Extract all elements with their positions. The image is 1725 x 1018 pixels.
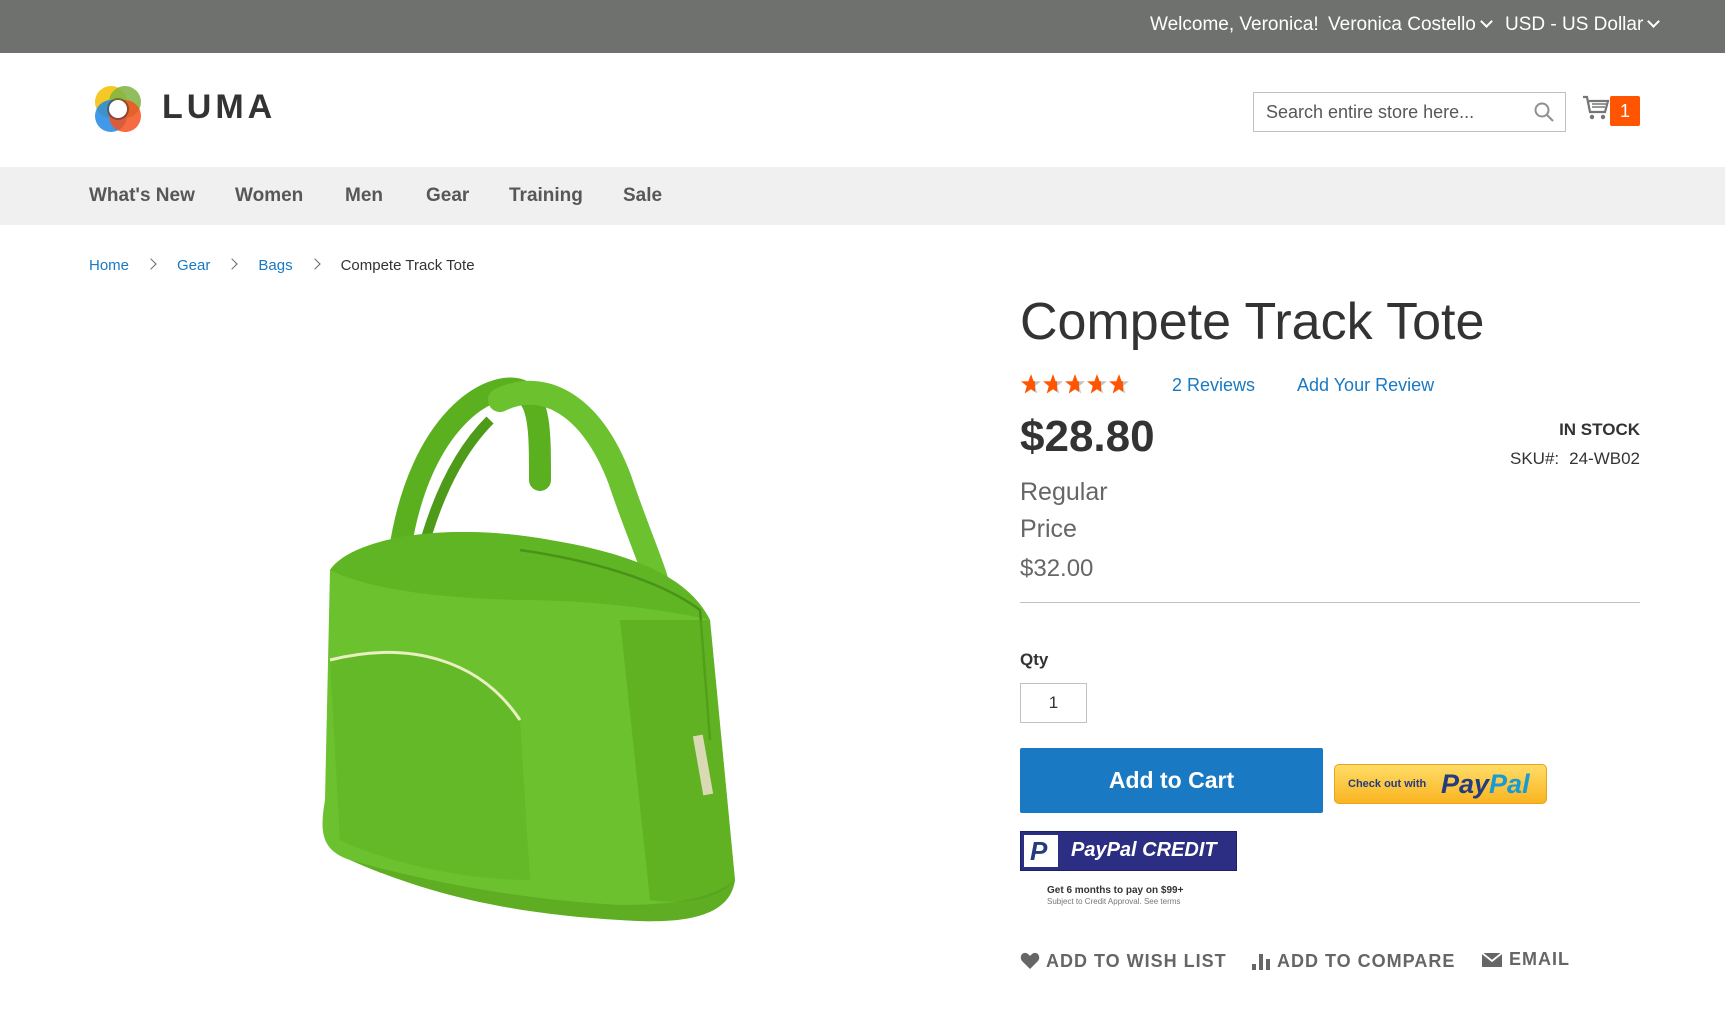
- bar-chart-icon: [1252, 954, 1270, 970]
- cart-count-badge: 1: [1610, 96, 1640, 126]
- divider: [1020, 602, 1640, 603]
- final-price: $28.80: [1020, 412, 1155, 461]
- search-input[interactable]: [1254, 93, 1524, 131]
- regular-price-label: Regular Price: [1020, 478, 1108, 543]
- envelope-icon: [1481, 952, 1503, 967]
- luma-logo-icon: [95, 86, 141, 132]
- nav-item-sale[interactable]: Sale: [623, 185, 662, 207]
- paypal-checkout-button[interactable]: Check out with PayPal: [1334, 764, 1547, 804]
- product-title: Compete Track Tote: [1020, 293, 1485, 351]
- paypal-logo: PayPal: [1441, 769, 1530, 800]
- heart-icon: [1020, 952, 1040, 969]
- chevron-right-icon: [226, 258, 239, 270]
- chevron-down-icon: [1647, 15, 1661, 28]
- paypal-logo-pal: Pal: [1489, 769, 1530, 799]
- nav-item-gear[interactable]: Gear: [426, 185, 469, 207]
- rating-stars: [1021, 374, 1129, 394]
- paypal-p-icon: P: [1024, 835, 1058, 867]
- breadcrumb-home[interactable]: Home: [89, 257, 129, 274]
- product-image[interactable]: [290, 360, 770, 940]
- currency-label: USD - US Dollar: [1505, 14, 1644, 35]
- qty-input[interactable]: [1020, 683, 1087, 723]
- add-to-cart-button[interactable]: Add to Cart: [1020, 748, 1323, 813]
- breadcrumb-current: Compete Track Tote: [340, 257, 475, 274]
- paypal-logo-pay: Pay: [1441, 769, 1490, 799]
- chevron-down-icon: [1480, 15, 1493, 28]
- email-label: Email: [1509, 949, 1570, 969]
- sku-label: SKU#:: [1509, 449, 1560, 468]
- chevron-right-icon: [145, 258, 157, 270]
- breadcrumb: Home Gear Bags Compete Track Tote: [89, 257, 475, 274]
- nav-item-training[interactable]: Training: [509, 185, 583, 207]
- nav-item-men[interactable]: Men: [345, 185, 383, 207]
- cart-icon: [1583, 95, 1610, 120]
- chevron-right-icon: [308, 258, 321, 270]
- wishlist-label: Add to Wish List: [1046, 951, 1227, 971]
- product-sku: SKU#: 24-WB02: [1510, 449, 1640, 469]
- credit-terms[interactable]: Subject to Credit Approval. See terms: [1047, 897, 1180, 906]
- sku-value: 24-WB02: [1569, 449, 1640, 468]
- welcome-message: Welcome, Veronica!: [1150, 14, 1319, 35]
- search-icon[interactable]: [1533, 101, 1555, 123]
- regular-price: $32.00: [1020, 555, 1094, 582]
- paypal-credit-button[interactable]: P PayPal CREDIT: [1020, 831, 1237, 871]
- add-review-link[interactable]: Add Your Review: [1297, 375, 1434, 396]
- account-name: Veronica Costello: [1328, 14, 1476, 35]
- stock-status: IN STOCK: [1559, 420, 1640, 439]
- compare-label: Add to Compare: [1277, 951, 1456, 971]
- add-to-compare-link[interactable]: Add to Compare: [1251, 949, 1455, 972]
- currency-switcher[interactable]: USD - US Dollar: [1505, 14, 1661, 36]
- main-navigation: What's New Women Men Gear Training Sale: [0, 167, 1725, 225]
- paypal-credit-label: PayPal CREDIT: [1071, 839, 1217, 861]
- minicart-button[interactable]: 1: [1582, 94, 1642, 128]
- paypal-checkout-text: Check out with: [1348, 778, 1427, 790]
- account-dropdown[interactable]: Veronica Costello: [1328, 14, 1493, 36]
- nav-item-whats-new[interactable]: What's New: [89, 185, 195, 207]
- nav-item-women[interactable]: Women: [235, 185, 303, 207]
- add-to-wishlist-link[interactable]: Add to Wish List: [1020, 949, 1227, 972]
- reviews-link[interactable]: 2 Reviews: [1172, 375, 1255, 396]
- breadcrumb-bags[interactable]: Bags: [258, 257, 292, 274]
- breadcrumb-gear[interactable]: Gear: [177, 257, 210, 274]
- email-link[interactable]: Email: [1481, 949, 1570, 970]
- top-bar: Welcome, Veronica! Veronica Costello USD…: [0, 0, 1725, 53]
- credit-note: Get 6 months to pay on $99+: [1047, 885, 1184, 896]
- search-box: [1253, 92, 1566, 132]
- logo-text: LUMA: [162, 88, 277, 126]
- qty-label: Qty: [1020, 650, 1049, 669]
